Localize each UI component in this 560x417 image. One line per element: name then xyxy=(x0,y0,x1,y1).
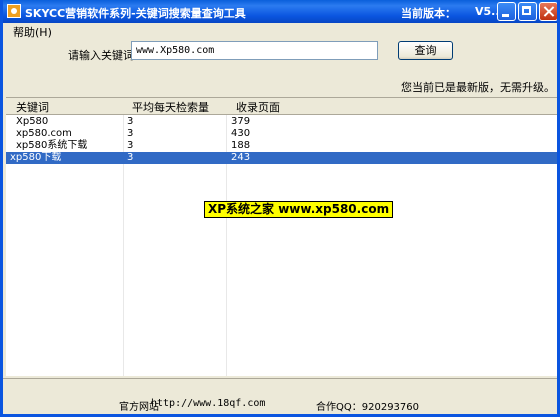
watermark-label: XP系统之家 www.xp580.com xyxy=(204,201,394,218)
cell-keyword: Xp580 xyxy=(16,116,49,127)
cell-daily-searches: 3 xyxy=(127,152,134,163)
cell-indexed-pages: 430 xyxy=(231,128,251,139)
cell-keyword: xp580下载 xyxy=(10,152,62,163)
site-url-link[interactable]: http://www.18qf.com xyxy=(151,398,265,409)
footer: 官方网站 http://www.18qf.com 合作QQ：920293760 xyxy=(3,392,557,414)
cell-indexed-pages: 379 xyxy=(231,116,251,127)
table-row[interactable]: xp580系统下载 3 188 xyxy=(6,140,557,152)
col-header-indexed-pages[interactable]: 收录页面 xyxy=(236,99,280,114)
app-icon xyxy=(7,4,21,18)
table-row[interactable]: xp580.com 3 430 xyxy=(6,128,557,140)
cell-daily-searches: 3 xyxy=(127,116,134,127)
update-status: 您当前已是最新版，无需升级。 xyxy=(401,81,555,94)
minimize-icon[interactable] xyxy=(497,2,516,21)
qq-label: 合作QQ：920293760 xyxy=(316,402,420,413)
col-header-daily-searches[interactable]: 平均每天检索量 xyxy=(132,99,209,114)
title-bar[interactable]: SKYCC营销软件系列-关键词搜索量查询工具 当前版本： V5... xyxy=(3,0,557,23)
result-list[interactable]: 关键词 平均每天检索量 收录页面 Xp580 3 379 xp580.com 3… xyxy=(6,97,557,376)
maximize-icon[interactable] xyxy=(518,2,537,21)
cell-daily-searches: 3 xyxy=(127,140,134,151)
app-window: SKYCC营销软件系列-关键词搜索量查询工具 当前版本： V5... 帮助(H)… xyxy=(0,0,560,417)
window-title: SKYCC营销软件系列-关键词搜索量查询工具 xyxy=(25,7,246,20)
menu-help[interactable]: 帮助(H) xyxy=(13,24,52,40)
close-icon[interactable] xyxy=(539,2,557,21)
cell-daily-searches: 3 xyxy=(127,128,134,139)
list-header: 关键词 平均每天检索量 收录页面 xyxy=(6,98,557,115)
table-row-selected[interactable]: xp580下载 3 243 xyxy=(6,152,557,164)
col-header-keyword[interactable]: 关键词 xyxy=(16,99,49,114)
keyword-input[interactable]: www.Xp580.com xyxy=(131,41,378,60)
keyword-label: 请输入关键词 xyxy=(68,49,134,62)
cell-keyword: xp580系统下载 xyxy=(16,140,88,151)
cell-indexed-pages: 188 xyxy=(231,140,251,151)
table-row[interactable]: Xp580 3 379 xyxy=(6,116,557,128)
query-button[interactable]: 查询 xyxy=(398,41,453,60)
menu-bar: 帮助(H) xyxy=(3,23,557,40)
status-divider xyxy=(3,378,557,381)
cell-keyword: xp580.com xyxy=(16,128,72,139)
cell-indexed-pages: 243 xyxy=(231,152,251,163)
version-label: 当前版本： xyxy=(401,7,456,20)
